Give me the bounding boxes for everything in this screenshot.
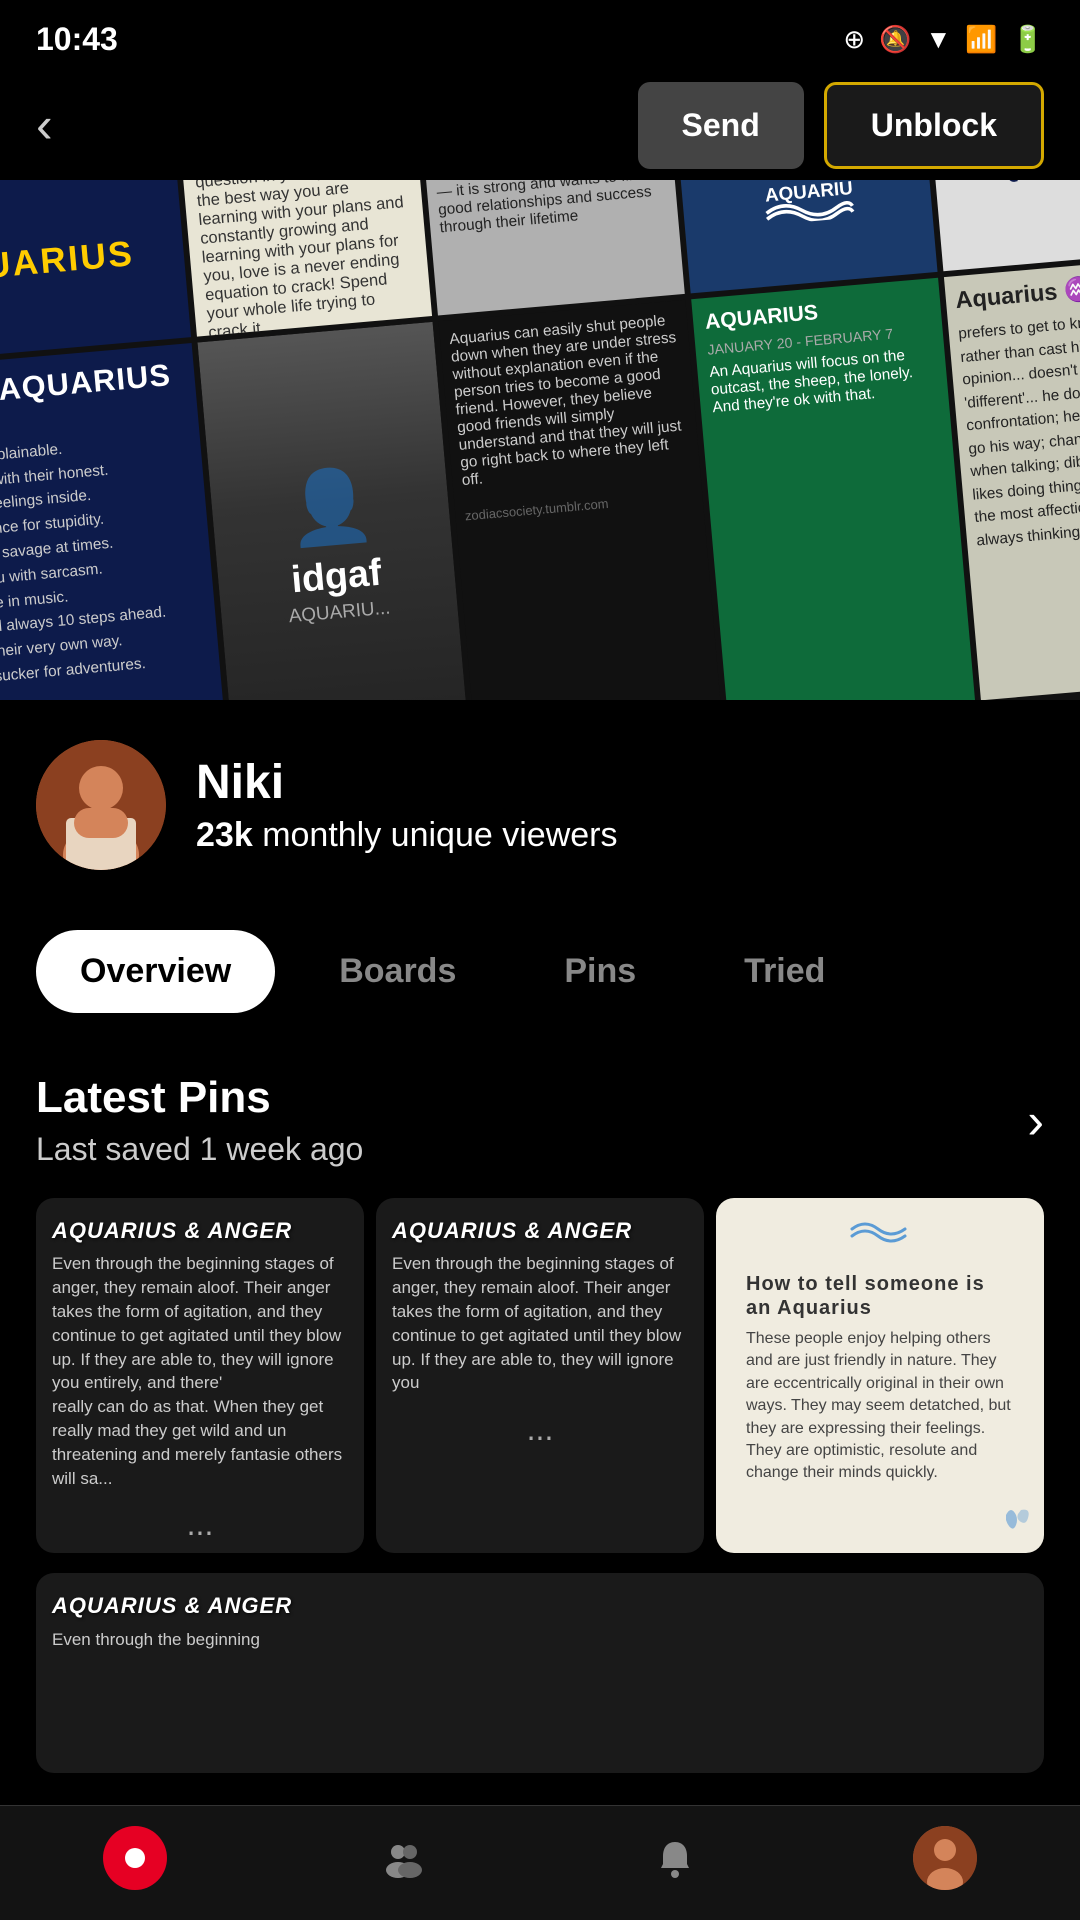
pin-body-2: Even through the beginning stages of ang… xyxy=(376,1252,704,1411)
top-nav: ‹ Send Unblock xyxy=(0,70,1080,180)
stat-number: 23k xyxy=(196,816,253,854)
nav-home[interactable] xyxy=(103,1826,167,1890)
signal-icon: 📶 xyxy=(965,24,997,55)
pin-title-3: How to tell someone is an Aquarius xyxy=(730,1252,1030,1328)
person-image: 👤 idgaf AQUARIU... xyxy=(197,322,469,700)
profile-name: Niki xyxy=(196,755,617,810)
pin-grid: Aquarius & Anger Even through the beginn… xyxy=(0,1178,1080,1573)
add-circle-icon: ⊕ xyxy=(843,24,865,55)
profile-info: Niki 23k monthly unique viewers xyxy=(196,755,617,855)
profile-section: Niki 23k monthly unique viewers xyxy=(0,700,1080,900)
mosaic-tile-2: You love philosophy and question in your… xyxy=(180,180,432,337)
status-time: 10:43 xyxy=(36,21,118,58)
pin-title-1: Aquarius & Anger xyxy=(36,1198,364,1252)
pin-title-bottom: Aquarius & Anger xyxy=(36,1573,1044,1627)
bottom-preview: Aquarius & Anger Even through the beginn… xyxy=(0,1573,1080,1773)
nav-actions: Send Unblock xyxy=(638,82,1044,169)
tab-boards[interactable]: Boards xyxy=(295,930,500,1013)
bottom-nav xyxy=(0,1805,1080,1920)
latest-pins-header: Latest Pins Last saved 1 week ago › xyxy=(0,1033,1080,1178)
pin-body-3: These people enjoy helping others and ar… xyxy=(730,1328,1030,1501)
profile-cover-mosaic: .mosaic-inner { width: 100%; height: 100… xyxy=(0,180,1080,700)
back-button[interactable]: ‹ xyxy=(36,96,53,154)
tab-tried[interactable]: Tried xyxy=(700,930,869,1013)
wifi-icon: ▼ xyxy=(926,24,952,55)
pin-card-bottom[interactable]: Aquarius & Anger Even through the beginn… xyxy=(36,1573,1044,1773)
status-bar: 10:43 ⊕ 🔕 ▼ 📶 🔋 xyxy=(0,0,1080,70)
battery-icon: 🔋 xyxy=(1012,24,1044,55)
mosaic-tile-6: UARY AQUARIUS · sexy brain. · bletely un… xyxy=(0,343,229,700)
section-subtitle: Last saved 1 week ago xyxy=(36,1131,363,1168)
pin-title-2: Aquarius & Anger xyxy=(376,1198,704,1252)
mosaic-tile-1: zodiac AQUARIUS xyxy=(0,180,191,364)
mosaic-tile-9: AQUARIUS JANUARY 20 - FEBRUARY 7 An Aqua… xyxy=(691,278,975,700)
status-icons: ⊕ 🔕 ▼ 📶 🔋 xyxy=(843,24,1044,55)
mosaic-tile-8: Aquarius can easily shut people down whe… xyxy=(438,300,722,700)
pin-dots-2: ... xyxy=(376,1411,704,1458)
pin-card-2[interactable]: Aquarius & Anger Even through the beginn… xyxy=(376,1198,704,1553)
send-button[interactable]: Send xyxy=(638,82,804,169)
mosaic-tile-person: 👤 idgaf AQUARIU... xyxy=(197,322,469,700)
pin-card-1[interactable]: Aquarius & Anger Even through the beginn… xyxy=(36,1198,364,1553)
profile-avatar-small xyxy=(913,1826,977,1890)
mosaic-tile-5: AQUARIUS xyxy=(926,180,1080,271)
stat-label: monthly unique viewers xyxy=(262,816,617,854)
unblock-button[interactable]: Unblock xyxy=(824,82,1044,169)
mosaic-tile-4: AQUARIUS xyxy=(674,180,938,293)
tab-overview[interactable]: Overview xyxy=(36,930,275,1013)
following-icon xyxy=(373,1826,437,1890)
tabs-row: Overview Boards Pins Tried xyxy=(0,910,1080,1033)
tab-pins[interactable]: Pins xyxy=(520,930,680,1013)
nav-following[interactable] xyxy=(373,1826,437,1890)
mute-icon: 🔕 xyxy=(879,24,911,55)
profile-stat: 23k monthly unique viewers xyxy=(196,816,617,855)
chevron-right-icon[interactable]: › xyxy=(1027,1092,1044,1150)
avatar xyxy=(36,740,166,870)
bell-icon xyxy=(643,1826,707,1890)
mosaic-tile-3: Aquarians are known to be very controver… xyxy=(421,180,685,316)
mosaic-grid: zodiac AQUARIUS You love philosophy and … xyxy=(0,180,1080,700)
home-icon xyxy=(103,1826,167,1890)
pin-body-1: Even through the beginning stages of ang… xyxy=(36,1252,364,1506)
nav-notifications[interactable] xyxy=(643,1826,707,1890)
pin-card-3[interactable]: How to tell someone is an Aquarius These… xyxy=(716,1198,1044,1553)
svg-text:AQUARIUS: AQUARIUS xyxy=(764,180,856,205)
pin-dots-1: ... xyxy=(36,1506,364,1553)
nav-profile[interactable] xyxy=(913,1826,977,1890)
section-title: Latest Pins xyxy=(36,1073,363,1123)
pin-body-bottom: Even through the beginning xyxy=(36,1628,1044,1668)
section-title-block: Latest Pins Last saved 1 week ago xyxy=(36,1073,363,1168)
